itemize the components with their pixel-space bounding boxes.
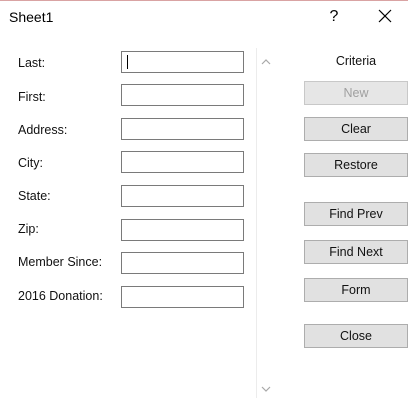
field-label-state: State: xyxy=(18,189,51,203)
member-since-field[interactable] xyxy=(121,252,244,274)
donation-2016-field[interactable] xyxy=(121,286,244,308)
record-scrollbar[interactable] xyxy=(256,48,275,398)
zip-field[interactable] xyxy=(121,219,244,241)
field-label-zip: Zip: xyxy=(18,222,39,236)
field-label-city: City: xyxy=(18,156,43,170)
field-label-2016-donation: 2016 Donation: xyxy=(18,289,103,303)
first-field[interactable] xyxy=(121,84,244,106)
field-label-first: First: xyxy=(18,90,46,104)
record-status: Criteria xyxy=(335,54,377,68)
window-title: Sheet1 xyxy=(9,9,54,25)
data-form-dialog: Sheet1 ? Last: First: Address: City: Sta… xyxy=(0,0,408,406)
field-label-address: Address: xyxy=(18,123,68,137)
address-field[interactable] xyxy=(121,118,244,140)
chevron-up-icon[interactable] xyxy=(261,55,271,69)
state-field[interactable] xyxy=(121,185,244,207)
new-button[interactable]: New xyxy=(304,81,408,105)
close-icon xyxy=(378,9,392,23)
help-button[interactable]: ? xyxy=(323,7,345,27)
last-field[interactable] xyxy=(121,51,244,73)
field-label-last: Last: xyxy=(18,56,46,70)
title-bar: Sheet1 ? xyxy=(0,1,408,31)
city-field[interactable] xyxy=(121,151,244,173)
text-caret xyxy=(127,55,128,69)
field-label-member-since: Member Since: xyxy=(18,255,103,269)
find-next-button[interactable]: Find Next xyxy=(304,240,408,264)
chevron-down-icon[interactable] xyxy=(261,382,271,396)
find-prev-button[interactable]: Find Prev xyxy=(304,202,408,226)
close-window-button[interactable] xyxy=(374,5,396,27)
restore-button[interactable]: Restore xyxy=(304,153,408,177)
close-button[interactable]: Close xyxy=(304,324,408,348)
clear-button[interactable]: Clear xyxy=(304,117,408,141)
form-button[interactable]: Form xyxy=(304,278,408,302)
